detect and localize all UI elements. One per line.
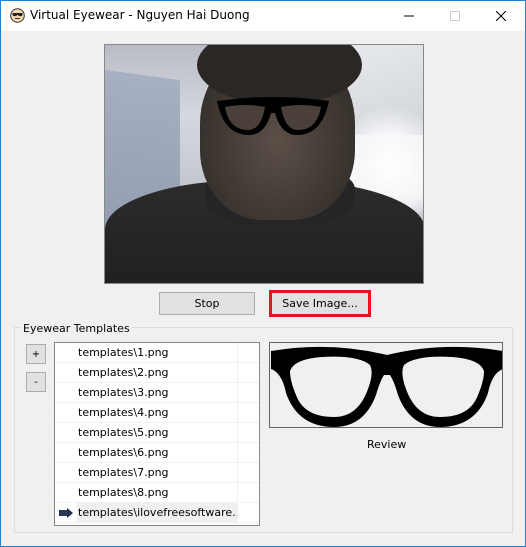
row-indicator (55, 363, 77, 382)
template-list-item[interactable]: templates\3.png (55, 383, 259, 403)
row-indicator (55, 423, 77, 442)
sunglasses-face-icon (10, 8, 25, 23)
template-list-item[interactable]: templates\4.png (55, 403, 259, 423)
template-list-item[interactable]: templates\5.png (55, 423, 259, 443)
row-indicator (55, 483, 77, 502)
row-filler (237, 443, 259, 462)
row-filler (237, 363, 259, 382)
app-window: Virtual Eyewear - Nguyen Hai Duong Stop … (0, 0, 526, 547)
template-list-item[interactable]: templates\7.png (55, 463, 259, 483)
row-filler (237, 423, 259, 442)
template-list-item[interactable]: templates\2.png (55, 363, 259, 383)
glasses-preview-icon (271, 346, 502, 427)
row-indicator (55, 403, 77, 422)
current-row-arrow-icon (55, 503, 77, 522)
template-path: templates\2.png (78, 366, 169, 379)
add-template-button[interactable]: + (26, 344, 46, 364)
row-filler (237, 483, 259, 502)
review-label: Review (367, 438, 407, 451)
stop-button[interactable]: Stop (159, 292, 255, 315)
template-list-item[interactable]: templates\8.png (55, 483, 259, 503)
window-title: Virtual Eyewear - Nguyen Hai Duong (30, 8, 250, 22)
template-path: templates\8.png (78, 486, 169, 499)
template-list-item[interactable]: templates\ilovefreesoftware... (55, 503, 259, 523)
maximize-button[interactable] (432, 1, 478, 31)
template-path: templates\3.png (78, 386, 169, 399)
eyewear-overlay-icon (217, 97, 329, 135)
row-indicator (55, 463, 77, 482)
template-path: templates\6.png (78, 446, 169, 459)
close-button[interactable] (478, 1, 524, 31)
template-list-item[interactable]: templates\1.png (55, 343, 259, 363)
remove-template-button[interactable]: - (26, 372, 46, 392)
save-image-button[interactable]: Save Image... (269, 290, 371, 317)
template-path: templates\4.png (78, 406, 169, 419)
minimize-button[interactable] (386, 1, 432, 31)
row-filler (237, 403, 259, 422)
row-indicator (55, 443, 77, 462)
maximize-icon (450, 11, 460, 21)
eyewear-templates-label: Eyewear Templates (21, 322, 132, 335)
row-indicator (55, 383, 77, 402)
minimize-icon (404, 15, 414, 17)
row-filler (237, 503, 259, 522)
templates-list[interactable]: templates\1.png templates\2.png templates\… (54, 342, 260, 526)
row-filler (237, 343, 259, 362)
close-icon (496, 11, 506, 21)
template-list-item[interactable]: templates\6.png (55, 443, 259, 463)
template-path: templates\7.png (78, 466, 169, 479)
template-path: templates\ilovefreesoftware... (77, 503, 237, 522)
row-filler (237, 383, 259, 402)
title-bar[interactable]: Virtual Eyewear - Nguyen Hai Duong (1, 1, 525, 31)
camera-preview (104, 44, 424, 284)
template-path: templates\5.png (78, 426, 169, 439)
template-path: templates\1.png (78, 346, 169, 359)
row-filler (237, 463, 259, 482)
row-indicator (55, 343, 77, 362)
eyewear-review-image (269, 342, 503, 428)
